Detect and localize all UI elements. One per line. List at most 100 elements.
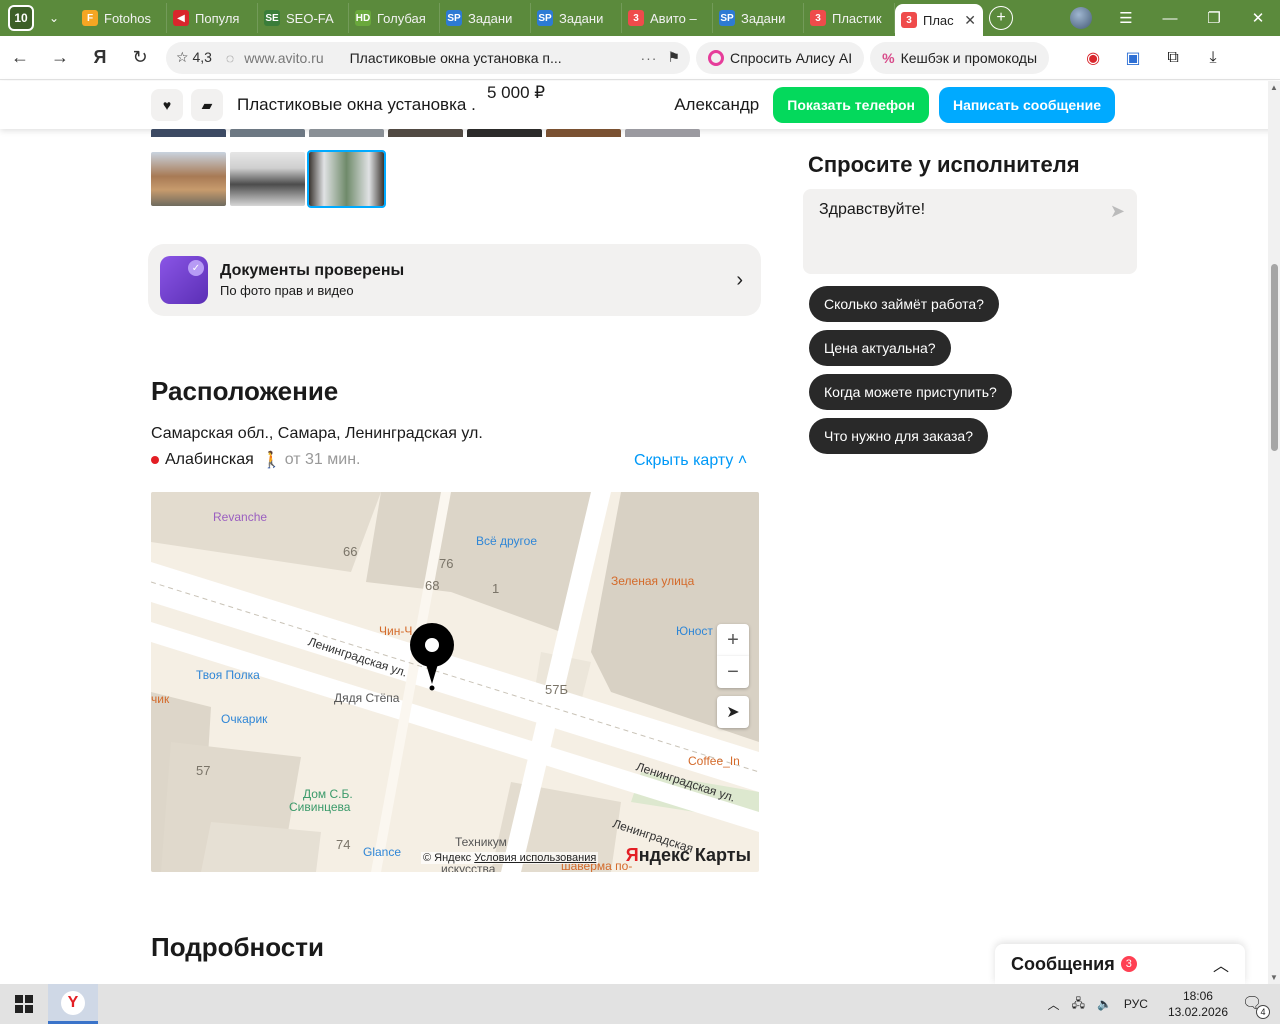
yandex-browser-taskbar-icon[interactable]: Y bbox=[48, 984, 98, 1024]
send-icon[interactable]: ➤ bbox=[1110, 201, 1125, 222]
profile-avatar[interactable] bbox=[1070, 7, 1092, 29]
new-tab-button[interactable]: + bbox=[989, 6, 1013, 30]
gallery-thumb[interactable] bbox=[309, 129, 384, 137]
yandex-maps-logo[interactable]: Яндекс Карты bbox=[626, 845, 751, 866]
browser-tab[interactable]: HD Голубая bbox=[349, 3, 440, 33]
cashback-button[interactable]: % Кешбэк и промокоды bbox=[870, 41, 1050, 74]
browser-menu-icon[interactable]: ☰ bbox=[1104, 9, 1148, 27]
zoom-in-button[interactable]: + bbox=[717, 624, 749, 656]
gallery-thumb-house[interactable] bbox=[151, 152, 226, 206]
browser-tab[interactable]: ◀ Популя bbox=[167, 3, 258, 33]
gallery-thumb[interactable] bbox=[230, 129, 305, 137]
map-poi-label[interactable]: Юност bbox=[676, 624, 713, 638]
quick-question-chip[interactable]: Сколько займёт работа? bbox=[809, 286, 999, 322]
walk-icon: 🚶 bbox=[261, 452, 282, 469]
map-house-number: 57 bbox=[196, 763, 211, 778]
more-dots-icon[interactable]: ··· bbox=[640, 50, 657, 66]
alice-icon bbox=[708, 49, 724, 66]
notifications-icon[interactable]: 🗨 4 bbox=[1242, 993, 1270, 1019]
gallery-thumb[interactable] bbox=[546, 129, 621, 137]
gallery-thumb[interactable] bbox=[151, 129, 226, 137]
gallery-thumb[interactable] bbox=[467, 129, 542, 137]
gallery-thumb[interactable] bbox=[625, 129, 700, 137]
seller-name[interactable]: Александр bbox=[674, 95, 759, 115]
reload-icon[interactable]: ↻ bbox=[120, 38, 160, 78]
input-language[interactable]: РУС bbox=[1124, 997, 1148, 1011]
chevron-up-icon[interactable]: ︿ bbox=[1213, 952, 1229, 976]
percent-icon: % bbox=[882, 49, 895, 66]
map-poi-label[interactable]: Очкарик bbox=[221, 712, 267, 726]
metro-dot-icon bbox=[151, 456, 159, 464]
browser-tab[interactable]: SP Задани bbox=[440, 3, 531, 33]
map-poi-label[interactable]: Техникум bbox=[455, 835, 507, 849]
browser-tab[interactable]: SE SEO-FA bbox=[258, 3, 349, 33]
close-tab-icon[interactable]: ✕ bbox=[964, 12, 976, 29]
location-map[interactable]: Revanche Всё другое Зеленая улица Юност Чин-… bbox=[151, 492, 759, 872]
note-button[interactable]: ▰ bbox=[191, 89, 223, 121]
tab-favicon-icon: SE bbox=[264, 10, 280, 26]
volume-icon[interactable]: 🔈 bbox=[1097, 997, 1112, 1011]
ask-alice-label: Спросить Алису AI bbox=[730, 49, 853, 66]
window-controls: ☰ — ❐ ✕ bbox=[1070, 0, 1280, 36]
map-poi-label[interactable]: Coffee_In bbox=[688, 754, 740, 768]
address-bar[interactable]: ☆ 4,3 ◌ www.avito.ru Пластиковые окна ус… bbox=[166, 41, 690, 74]
gallery-thumb-window[interactable] bbox=[230, 152, 305, 206]
windows-start-icon[interactable] bbox=[0, 984, 48, 1024]
scroll-up-arrow-icon[interactable]: ▲ bbox=[1270, 83, 1278, 92]
quick-question-chip[interactable]: Цена актуальна? bbox=[809, 330, 951, 366]
documents-verified-card[interactable]: ✓ Документы проверены По фото прав и вид… bbox=[148, 244, 761, 316]
map-poi-label[interactable]: Revanche bbox=[213, 510, 267, 524]
extension-puzzle-icon[interactable]: ⧉ bbox=[1155, 40, 1191, 76]
browser-tab[interactable]: 3 Пластик bbox=[804, 3, 895, 33]
gallery-thumb-selected[interactable] bbox=[307, 150, 386, 208]
map-poi-label[interactable]: Дядя Стёпа bbox=[334, 691, 399, 705]
tabs-menu-chevron-icon[interactable]: ⌄ bbox=[40, 4, 68, 32]
forward-arrow-icon[interactable]: → bbox=[40, 38, 80, 78]
site-rating[interactable]: ☆ 4,3 bbox=[176, 49, 212, 66]
back-arrow-icon[interactable]: ← bbox=[0, 38, 40, 78]
clock[interactable]: 18:06 13.02.2026 bbox=[1168, 988, 1228, 1020]
browser-tab[interactable]: F Fotohos bbox=[76, 3, 167, 33]
map-poi-label[interactable]: Твоя Полка bbox=[196, 668, 260, 682]
page-scrollbar[interactable]: ▲ ▼ bbox=[1268, 81, 1280, 984]
hide-map-link[interactable]: Скрыть карту ˄ bbox=[634, 452, 747, 470]
browser-tab-active[interactable]: 3 Плас ✕ bbox=[895, 4, 983, 36]
map-poi-label[interactable]: Чин-Ч bbox=[379, 624, 412, 638]
favorite-heart-button[interactable]: ♥ bbox=[151, 89, 183, 121]
browser-tab[interactable]: SP Задани bbox=[713, 3, 804, 33]
downloads-icon[interactable]: ⤓ bbox=[1195, 40, 1231, 76]
map-terms-link[interactable]: Условия использования bbox=[474, 852, 596, 864]
shield-icon[interactable]: ◌ bbox=[226, 50, 234, 66]
yandex-logo-icon[interactable]: Я bbox=[80, 38, 120, 78]
cashback-label: Кешбэк и промокоды bbox=[900, 49, 1038, 66]
minimize-icon[interactable]: — bbox=[1148, 10, 1192, 27]
map-poi-label[interactable]: Дом С.Б. bbox=[303, 787, 353, 801]
map-poi-label[interactable]: Всё другое bbox=[476, 534, 537, 548]
tab-counter[interactable]: 10 bbox=[8, 5, 34, 31]
ask-alice-button[interactable]: Спросить Алису AI bbox=[696, 41, 865, 74]
ask-message-input[interactable]: Здравствуйте! ➤ bbox=[803, 189, 1137, 274]
write-message-button[interactable]: Написать сообщение bbox=[938, 87, 1115, 123]
geolocation-arrow-icon[interactable]: ➤ bbox=[717, 696, 749, 728]
quick-question-chip[interactable]: Что нужно для заказа? bbox=[809, 418, 988, 454]
tray-chevron-up-icon[interactable]: ︿ bbox=[1048, 996, 1060, 1013]
show-phone-button[interactable]: Показать телефон bbox=[773, 87, 929, 123]
quick-question-chip[interactable]: Когда можете приступить? bbox=[809, 374, 1012, 410]
map-poi-label[interactable]: Сивинцева bbox=[289, 800, 350, 814]
restore-icon[interactable]: ❐ bbox=[1192, 9, 1236, 27]
map-poi-label[interactable]: Зеленая улица bbox=[611, 574, 694, 588]
extension-antivirus-icon[interactable]: ◉ bbox=[1075, 40, 1111, 76]
browser-tab[interactable]: 3 Авито – bbox=[622, 3, 713, 33]
extension-blue-icon[interactable]: ▣ bbox=[1115, 40, 1151, 76]
browser-tab[interactable]: SP Задани bbox=[531, 3, 622, 33]
scroll-down-arrow-icon[interactable]: ▼ bbox=[1270, 973, 1278, 982]
map-poi-label[interactable]: чик bbox=[151, 692, 169, 706]
scrollbar-thumb[interactable] bbox=[1271, 264, 1278, 451]
zoom-out-button[interactable]: − bbox=[717, 656, 749, 688]
gallery-thumb[interactable] bbox=[388, 129, 463, 137]
messages-widget[interactable]: Сообщения 3 ︿ bbox=[995, 944, 1245, 984]
bookmark-icon[interactable]: ⚑ bbox=[667, 49, 680, 66]
network-icon[interactable]: 🖧 bbox=[1072, 994, 1085, 1015]
map-poi-label[interactable]: Glance bbox=[363, 845, 401, 859]
close-window-icon[interactable]: ✕ bbox=[1236, 9, 1280, 27]
